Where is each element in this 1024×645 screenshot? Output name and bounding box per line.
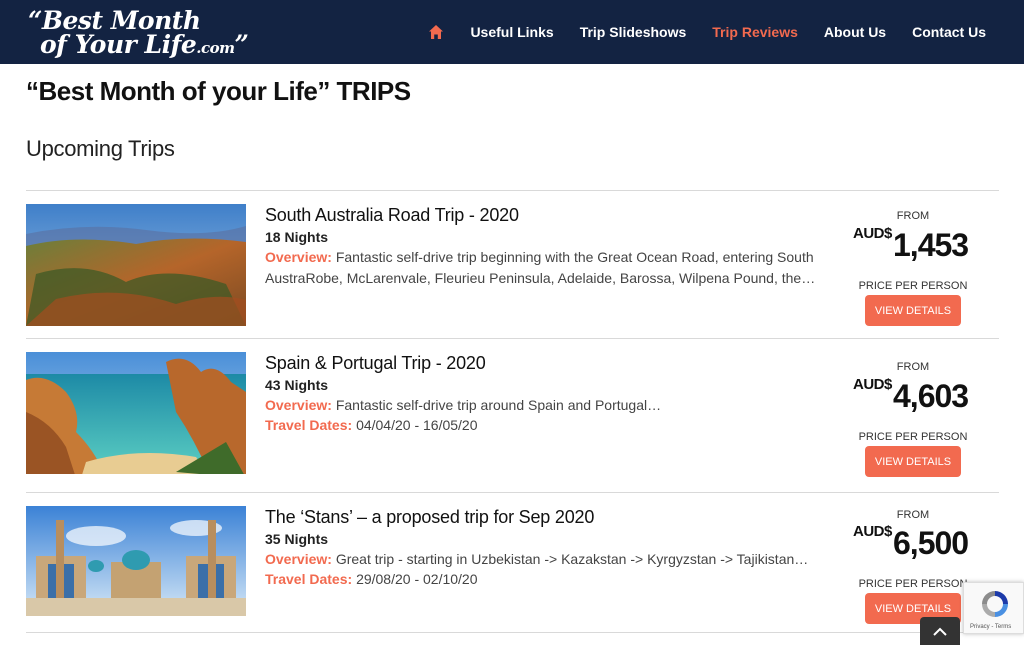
trip-dates: Travel Dates: 04/04/20 - 16/05/20 xyxy=(265,415,830,436)
dates-text: 29/08/20 - 02/10/20 xyxy=(356,571,478,587)
trip-overview: Overview: Fantastic self-drive trip arou… xyxy=(265,395,830,416)
top-navbar: “Best Month of Your Life.com” Useful Lin… xyxy=(0,0,1024,64)
logo-text: of Your Life xyxy=(40,30,197,59)
section-title: Upcoming Trips xyxy=(26,136,175,161)
site-logo[interactable]: “Best Month of Your Life.com” xyxy=(28,6,288,60)
trip-nights: 43 Nights xyxy=(265,377,329,393)
price-from: FROM xyxy=(896,361,930,373)
chevron-up-icon xyxy=(933,627,947,636)
trip-image-south-australia[interactable] xyxy=(26,204,246,326)
page-title: “Best Month of your Life” TRIPS xyxy=(26,76,411,106)
dates-text: 04/04/20 - 16/05/20 xyxy=(356,417,478,433)
overview-label: Overview: xyxy=(265,551,332,567)
trip-card: South Australia Road Trip - 2020 18 Nigh… xyxy=(26,191,999,339)
price-from: FROM xyxy=(896,210,930,222)
recaptcha-terms-link[interactable]: Terms xyxy=(995,624,1011,630)
nav-useful-links[interactable]: Useful Links xyxy=(470,24,553,40)
trip-overview: Overview: Fantastic self-drive trip begi… xyxy=(265,247,830,289)
price-amount: 6,500 xyxy=(893,525,969,561)
recaptcha-icon xyxy=(982,591,1008,617)
trip-card: The ‘Stans’ – a proposed trip for Sep 20… xyxy=(26,493,999,641)
price-per-person: PRICE PER PERSON xyxy=(858,431,968,443)
price-from: FROM xyxy=(896,509,930,521)
trip-nights: 18 Nights xyxy=(265,229,329,245)
price-currency: AUD$ xyxy=(853,225,892,242)
trip-title[interactable]: South Australia Road Trip - 2020 xyxy=(265,205,519,226)
view-details-button[interactable]: VIEW DETAILS xyxy=(865,295,961,326)
overview-text: Fantastic self-drive trip around Spain a… xyxy=(335,397,662,413)
nav-contact-us[interactable]: Contact Us xyxy=(912,24,986,40)
recaptcha-badge[interactable]: Privacy - Terms xyxy=(963,582,1024,634)
trip-image-stans[interactable] xyxy=(26,506,246,628)
overview-label: Overview: xyxy=(265,397,332,413)
logo-close-quote: ” xyxy=(234,30,249,59)
recaptcha-links: Privacy - Terms xyxy=(970,624,1012,630)
dates-label: Travel Dates: xyxy=(265,417,353,433)
trip-nights: 35 Nights xyxy=(265,531,329,547)
trip-image-spain-portugal[interactable] xyxy=(26,352,246,474)
trip-title[interactable]: Spain & Portugal Trip - 2020 xyxy=(265,353,486,374)
nav-trip-reviews[interactable]: Trip Reviews xyxy=(712,24,798,40)
recaptcha-privacy-link[interactable]: Privacy xyxy=(970,624,990,630)
price-amount: 1,453 xyxy=(893,227,969,263)
price-currency: AUD$ xyxy=(853,523,892,540)
logo-line-2: of Your Life.com” xyxy=(40,30,249,59)
price-per-person: PRICE PER PERSON xyxy=(858,578,968,590)
overview-label: Overview: xyxy=(265,249,332,265)
trip-overview: Overview: Great trip - starting in Uzbek… xyxy=(265,549,830,570)
nav-trip-slideshows[interactable]: Trip Slideshows xyxy=(580,24,687,40)
view-details-button[interactable]: VIEW DETAILS xyxy=(865,446,961,477)
price-currency: AUD$ xyxy=(853,376,892,393)
price-amount: 4,603 xyxy=(893,378,969,414)
nav-about-us[interactable]: About Us xyxy=(824,24,886,40)
home-icon[interactable] xyxy=(428,24,444,40)
trip-card: Spain & Portugal Trip - 2020 43 Nights O… xyxy=(26,339,999,487)
dates-label: Travel Dates: xyxy=(265,571,353,587)
overview-text: Great trip - starting in Uzbekistan -> K… xyxy=(335,551,809,567)
price-per-person: PRICE PER PERSON xyxy=(858,280,968,292)
logo-domain: .com xyxy=(196,39,235,57)
trip-title[interactable]: The ‘Stans’ – a proposed trip for Sep 20… xyxy=(265,507,594,528)
overview-text: Fantastic self-drive trip beginning with… xyxy=(265,249,816,286)
main-nav: Useful Links Trip Slideshows Trip Review… xyxy=(428,0,986,64)
trip-dates: Travel Dates: 29/08/20 - 02/10/20 xyxy=(265,569,830,590)
divider xyxy=(26,632,999,633)
back-to-top-button[interactable] xyxy=(920,617,960,645)
